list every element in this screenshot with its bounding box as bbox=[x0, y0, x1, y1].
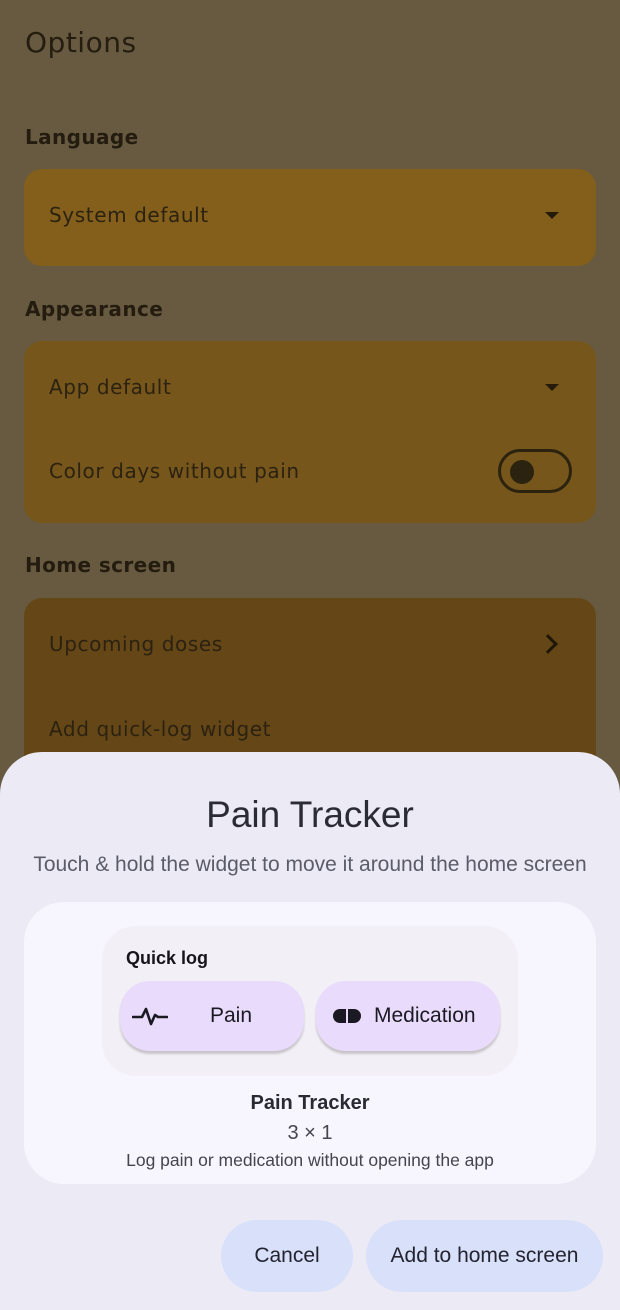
toggle-knob bbox=[510, 460, 534, 484]
cancel-button[interactable]: Cancel bbox=[221, 1220, 353, 1292]
color-days-row[interactable]: Color days without pain bbox=[49, 449, 572, 493]
caret-down-icon bbox=[545, 383, 559, 391]
pain-button[interactable]: Pain bbox=[120, 981, 304, 1051]
theme-value: App default bbox=[49, 375, 172, 399]
widget-description: Log pain or medication without opening t… bbox=[126, 1150, 494, 1170]
pain-button-label: Pain bbox=[210, 1004, 253, 1027]
language-dropdown[interactable]: System default bbox=[49, 203, 571, 227]
upcoming-doses-label: Upcoming doses bbox=[49, 632, 223, 656]
widget-label: Quick log bbox=[126, 948, 209, 968]
pill-icon bbox=[333, 1009, 361, 1023]
language-card: System default bbox=[24, 169, 596, 266]
sheet-title: Pain Tracker bbox=[206, 794, 414, 835]
add-widget-row[interactable]: Add quick-log widget bbox=[49, 717, 571, 741]
pulse-icon bbox=[132, 1007, 168, 1026]
color-days-toggle[interactable] bbox=[498, 449, 572, 493]
page-title: Options bbox=[25, 26, 137, 59]
medication-button[interactable]: Medication bbox=[316, 981, 500, 1051]
add-widget-label: Add quick-log widget bbox=[49, 717, 272, 741]
sheet-subtitle: Touch & hold the widget to move it aroun… bbox=[33, 853, 587, 876]
chevron-right-icon bbox=[538, 634, 558, 654]
quick-log-widget[interactable]: Quick log Pain Medication bbox=[102, 926, 518, 1076]
caret-down-icon bbox=[545, 211, 559, 219]
widget-name: Pain Tracker bbox=[250, 1092, 370, 1114]
appearance-section-label: Appearance bbox=[25, 297, 164, 321]
add-to-home-screen-button[interactable]: Add to home screen bbox=[366, 1220, 603, 1292]
color-days-label: Color days without pain bbox=[49, 459, 300, 483]
home-screen-section-label: Home screen bbox=[25, 553, 177, 577]
widget-preview-card: Quick log Pain Medication Pain Tracker 3… bbox=[24, 902, 596, 1184]
language-section-label: Language bbox=[25, 125, 139, 149]
medication-button-label: Medication bbox=[374, 1004, 476, 1027]
appearance-card: App default Color days without pain bbox=[24, 341, 596, 523]
widget-size: 3 × 1 bbox=[287, 1122, 333, 1144]
language-value: System default bbox=[49, 203, 209, 227]
upcoming-doses-row[interactable]: Upcoming doses bbox=[49, 632, 571, 656]
add-widget-sheet: Pain Tracker Touch & hold the widget to … bbox=[0, 752, 620, 1310]
theme-dropdown[interactable]: App default bbox=[49, 375, 571, 399]
